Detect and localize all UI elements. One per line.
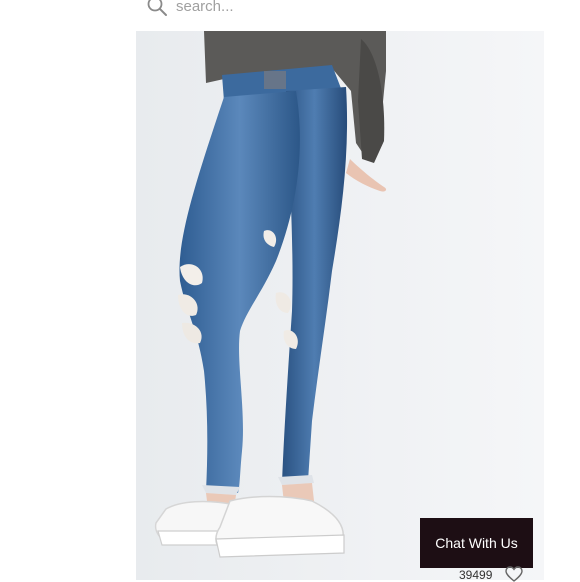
chat-with-us-button[interactable]: Chat With Us (420, 518, 533, 568)
search-bar[interactable] (146, 0, 446, 18)
jeans-illustration (136, 31, 544, 580)
search-icon (147, 0, 167, 16)
search-input[interactable] (176, 0, 376, 15)
product-photo[interactable] (136, 31, 544, 580)
